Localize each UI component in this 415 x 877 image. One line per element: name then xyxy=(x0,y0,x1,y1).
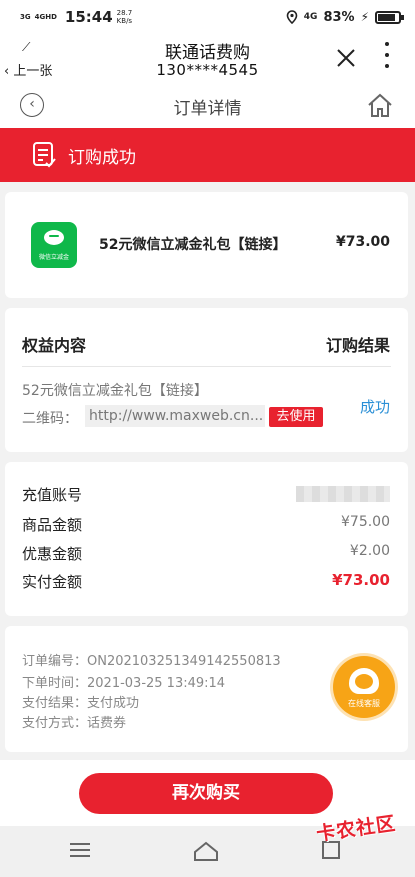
page-nav: ‹ 订单详情 xyxy=(0,84,415,128)
service-label: 在线客服 xyxy=(348,699,380,708)
speed-value: 28.7 xyxy=(116,9,133,17)
use-button[interactable]: 去使用 xyxy=(269,407,323,427)
battery-icon xyxy=(375,10,404,24)
more-options-icon[interactable] xyxy=(382,42,392,68)
service-face-icon xyxy=(355,674,373,689)
network-indicator: 3G xyxy=(20,13,31,21)
network-indicator-2: 4GHD xyxy=(35,13,57,21)
success-banner: 订购成功 xyxy=(0,128,415,182)
home-icon[interactable] xyxy=(366,92,394,118)
product-price: ¥73.00 xyxy=(335,234,390,250)
buy-again-button[interactable]: 再次购买 xyxy=(79,773,333,814)
product-card: 微信立减金 52元微信立减金礼包【链接】 ¥73.00 xyxy=(5,192,408,298)
order-time: 下单时间：2021-03-25 13:49:14 xyxy=(22,676,226,691)
benefit-item-name: 52元微信立减金礼包【链接】 xyxy=(22,383,208,399)
app-header: ⟋ ‹ 上一张 联通话费购 130****4545 xyxy=(0,34,415,84)
logo-text: 微信立减金 xyxy=(38,254,69,261)
account-masked-value xyxy=(296,486,390,502)
wechat-bubble-icon xyxy=(44,230,64,245)
goods-amount-value: ¥75.00 xyxy=(341,514,390,530)
paid-amount-row: 实付金额 ¥73.00 xyxy=(22,571,390,591)
charging-icon: ⚡ xyxy=(360,10,369,24)
payment-result: 支付结果：支付成功 xyxy=(22,696,140,711)
divider xyxy=(22,366,391,367)
discount-value: ¥2.00 xyxy=(349,543,390,559)
paid-amount-label: 实付金额 xyxy=(22,573,83,591)
close-icon[interactable] xyxy=(336,48,356,68)
location-icon xyxy=(286,10,298,24)
system-home-icon[interactable] xyxy=(192,840,220,862)
network-speed: 28.7 KB/s xyxy=(117,9,133,25)
status-bar: 3G 4GHD 15:44 28.7 KB/s 4G 83% ⚡ xyxy=(0,0,415,34)
status-right: 4G 83% ⚡ xyxy=(286,9,404,25)
benefit-header: 权益内容 xyxy=(22,336,87,355)
customer-service-button[interactable]: 在线客服 xyxy=(333,656,395,718)
page-title: 订单详情 xyxy=(173,99,242,119)
goods-amount-row: 商品金额 ¥75.00 xyxy=(22,514,390,534)
success-label: 订购成功 xyxy=(68,147,136,168)
wechat-voucher-logo: 微信立减金 xyxy=(31,222,77,268)
account-row: 充值账号 xyxy=(22,484,390,504)
battery-percent: 83% xyxy=(323,9,355,25)
menu-icon[interactable] xyxy=(70,843,90,857)
benefit-card: 权益内容 订购结果 52元微信立减金礼包【链接】 二维码： http://www… xyxy=(5,308,408,452)
order-document-icon xyxy=(33,142,56,168)
network-type-right: 4GHD xyxy=(34,13,57,21)
clock: 15:44 xyxy=(64,8,113,26)
qr-link[interactable]: http://www.maxweb.cn... xyxy=(85,405,265,427)
amounts-card: 充值账号 商品金额 ¥75.00 优惠金额 ¥2.00 实付金额 ¥73.00 xyxy=(5,462,408,616)
qr-label: 二维码： xyxy=(22,411,78,427)
account-label: 充值账号 xyxy=(22,486,83,504)
order-result: 成功 xyxy=(359,398,390,416)
network-type-left: 3G xyxy=(20,13,31,21)
discount-label: 优惠金额 xyxy=(22,545,83,563)
order-number: 订单编号：ON20210325134914255081​3 xyxy=(22,654,281,669)
goods-amount-label: 商品金额 xyxy=(22,516,83,534)
product-name: 52元微信立减金礼包【链接】 xyxy=(99,237,287,253)
payment-method: 支付方式：话费券 xyxy=(22,716,127,731)
speed-unit: KB/s xyxy=(116,17,133,25)
discount-row: 优惠金额 ¥2.00 xyxy=(22,543,390,563)
result-header: 订购结果 xyxy=(325,336,390,355)
paid-amount-value: ¥73.00 xyxy=(332,571,390,589)
signal-label: 4G xyxy=(303,12,318,22)
